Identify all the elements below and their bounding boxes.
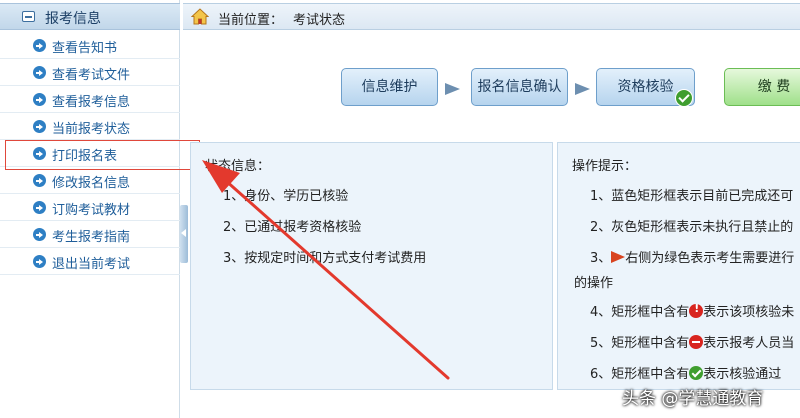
- step-label: 报名信息确认: [477, 79, 562, 95]
- sidebar-item-label: 修改报名信息: [52, 176, 131, 191]
- tip-line-suffix: 表示核验通过: [703, 367, 782, 382]
- arrow-circle-icon: [33, 255, 46, 268]
- sidebar-item-label: 退出当前考试: [52, 257, 131, 272]
- sidebar-item-label: 查看考试文件: [52, 68, 131, 83]
- location-label: 当前位置：: [218, 13, 284, 28]
- tips-title: 操作提示：: [572, 159, 638, 174]
- check-icon: [675, 89, 693, 107]
- step-label: 缴 费: [757, 79, 791, 95]
- status-info-title: 状态信息：: [205, 159, 271, 174]
- annotation-highlight-box: [5, 140, 200, 170]
- step-payment[interactable]: 缴 费: [724, 68, 800, 106]
- location-value: 考试状态: [293, 13, 346, 28]
- tip-line: 5、矩形框中含有 表示报考人员当: [590, 332, 794, 351]
- tip-line-suffix: 表示报考人员当: [703, 336, 795, 351]
- arrow-circle-icon: [33, 174, 46, 187]
- sidebar-item-label: 当前报考状态: [52, 122, 131, 137]
- step-info-confirm[interactable]: 报名信息确认: [471, 68, 568, 106]
- sidebar-item-label: 查看告知书: [52, 41, 118, 56]
- sidebar-item-notice[interactable]: 查看告知书: [0, 32, 180, 59]
- sidebar-item-order-books[interactable]: 订购考试教材: [0, 194, 180, 221]
- status-line: 2、已通过报考资格核验: [223, 220, 362, 235]
- sidebar-item-edit-info[interactable]: 修改报名信息: [0, 167, 180, 194]
- arrow-circle-icon: [33, 93, 46, 106]
- arrow-circle-icon: [33, 120, 46, 133]
- arrow-circle-icon: [33, 228, 46, 241]
- sidebar-item-exit-exam[interactable]: 退出当前考试: [0, 248, 180, 275]
- step-qualification-check[interactable]: 资格核验: [596, 68, 695, 107]
- red-arrow-icon: [611, 251, 626, 263]
- step-label: 信息维护: [361, 79, 418, 95]
- sidebar-item-exam-files[interactable]: 查看考试文件: [0, 59, 180, 86]
- tip-line: 1、蓝色矩形框表示目前已完成还可: [590, 189, 794, 204]
- tip-line: 6、矩形框中含有 表示核验通过: [590, 363, 781, 382]
- tip-line: 4、矩形框中含有表示该项核验未: [590, 301, 794, 320]
- step-info-maintenance[interactable]: 信息维护: [341, 68, 438, 106]
- sidebar-title: 报考信息: [45, 11, 101, 27]
- sidebar-item-label: 订购考试教材: [52, 203, 131, 218]
- step-arrow-icon: [445, 83, 460, 95]
- minus-circle-icon: [689, 335, 704, 349]
- watermark: 头条 @学慧通教育: [622, 389, 764, 409]
- tip-line-prefix: 3、: [590, 251, 612, 266]
- tip-line-prefix: 5、矩形框中含有: [590, 336, 690, 351]
- operation-tips-panel: 操作提示： 1、蓝色矩形框表示目前已完成还可 2、灰色矩形框表示未执行且禁止的 …: [557, 142, 800, 390]
- sidebar-item-label: 查看报考信息: [52, 95, 131, 110]
- status-info-panel: 状态信息： 1、身份、学历已核验 2、已通过报考资格核验 3、按规定时间和方式支…: [190, 142, 553, 390]
- sidebar: 报考信息 查看告知书 查看考试文件 查看报考信息 当前报考状态 打印报名表 修改…: [0, 0, 180, 418]
- sidebar-header[interactable]: 报考信息: [0, 3, 180, 30]
- sidebar-item-label: 考生报考指南: [52, 230, 131, 245]
- step-label: 资格核验: [617, 79, 674, 95]
- arrow-circle-icon: [33, 201, 46, 214]
- progress-steps: 信息维护 报名信息确认 资格核验 缴 费: [190, 32, 800, 140]
- home-icon[interactable]: [191, 8, 209, 25]
- arrow-circle-icon: [33, 66, 46, 79]
- sidebar-item-current-status[interactable]: 当前报考状态: [0, 113, 180, 140]
- sidebar-toggle-handle[interactable]: [180, 205, 188, 263]
- status-line: 1、身份、学历已核验: [223, 189, 349, 204]
- collapse-icon[interactable]: [22, 11, 35, 22]
- sidebar-item-guide[interactable]: 考生报考指南: [0, 221, 180, 248]
- arrow-circle-icon: [33, 39, 46, 52]
- tip-line-suffix: 右侧为绿色表示考生需要进行: [625, 251, 795, 266]
- step-arrow-icon: [575, 83, 590, 95]
- sidebar-item-registration-info[interactable]: 查看报考信息: [0, 86, 180, 113]
- tip-line-prefix: 6、矩形框中含有: [590, 367, 690, 382]
- tip-line: 2、灰色矩形框表示未执行且禁止的: [590, 220, 794, 235]
- tip-line-prefix: 4、矩形框中含有: [590, 305, 690, 320]
- exclamation-icon: [689, 302, 704, 318]
- check-circle-icon: [689, 366, 704, 380]
- tip-line-suffix: 表示该项核验未: [703, 305, 795, 320]
- status-line: 3、按规定时间和方式支付考试费用: [223, 251, 427, 266]
- tip-line: 3、 右侧为绿色表示考生需要进行: [590, 247, 794, 266]
- breadcrumb: 当前位置： 考试状态: [183, 3, 800, 30]
- tip-line-continued: 的操作: [574, 276, 614, 291]
